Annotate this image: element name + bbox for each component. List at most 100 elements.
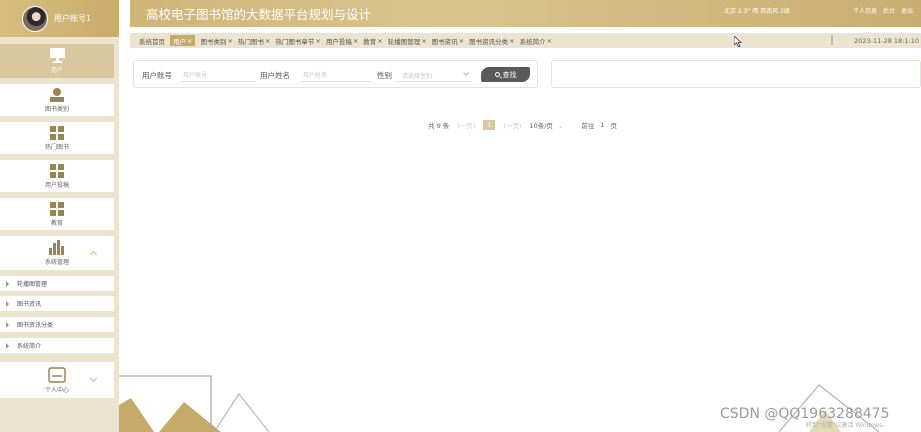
- user-box[interactable]: 用户账号1: [0, 0, 119, 37]
- tab-label: 用户投稿: [325, 37, 352, 46]
- tab-hot-book-chapters[interactable]: 热门图书章节 ×: [275, 35, 320, 46]
- action-panel: [551, 60, 921, 88]
- top-header: 高校电子图书馆的大数据平台规划与设计 北京 2.3° 晴 西南风 2级 个人信息…: [130, 0, 921, 27]
- user-name: 用户账号1: [54, 14, 92, 23]
- close-icon[interactable]: ×: [187, 37, 192, 45]
- sex-select-placeholder: 请选择性别: [402, 73, 433, 80]
- sidebar-item-label: 用户: [50, 67, 63, 74]
- tab-label: 教育: [363, 37, 377, 46]
- prev-page-button[interactable]: (一页): [457, 120, 475, 130]
- tab-bar: 系统首页 用户 × 图书类别 × 热门图书 × 热门图书章节 × 用户投稿 × 教育 × 轮…: [130, 33, 921, 48]
- tab-label: 热门图书章节: [275, 37, 315, 46]
- tab-label: 轮播图管理: [387, 37, 421, 46]
- search-icon: [494, 72, 500, 77]
- sidebar-item-book-category[interactable]: 图书类别: [0, 84, 114, 116]
- close-icon[interactable]: ×: [547, 37, 552, 45]
- sidebar-item-system-management[interactable]: 系统管理: [0, 236, 114, 270]
- goto-input[interactable]: 1: [600, 121, 604, 129]
- page-title: 高校电子图书馆的大数据平台规划与设计: [146, 7, 372, 22]
- caret-right-icon: [6, 321, 9, 328]
- tab-education[interactable]: 教育 ×: [363, 35, 382, 46]
- tab-book-category[interactable]: 图书类别 ×: [200, 35, 232, 46]
- sidebar: 用户账号1 用户 图书类别 热门图书 用户投稿 教育 系统管理 轮播图管理 图书…: [0, 0, 119, 432]
- close-icon[interactable]: ×: [509, 37, 514, 45]
- sidebar-item-user-submission[interactable]: 用户投稿: [0, 160, 114, 192]
- caret-right-icon: [6, 342, 9, 349]
- user-icon: [50, 87, 64, 102]
- close-icon[interactable]: ×: [315, 37, 320, 45]
- sidebar-subitem-label: 图书资讯: [17, 301, 42, 308]
- close-icon[interactable]: ×: [227, 37, 232, 45]
- tab-home[interactable]: 系统首页: [139, 35, 165, 46]
- sidebar-subitem-label: 系统简介: [17, 343, 42, 350]
- sidebar-subitem-carousel[interactable]: 轮播图管理: [0, 276, 114, 291]
- sidebar-item-label: 系统管理: [44, 259, 69, 266]
- tab-news-category[interactable]: 图书资讯分类 ×: [469, 35, 514, 46]
- sidebar-item-label: 用户投稿: [44, 181, 69, 189]
- sidebar-item-label: 热门图书: [44, 143, 69, 151]
- link-logout[interactable]: 退出: [901, 8, 913, 15]
- tab-carousel[interactable]: 轮播图管理 ×: [388, 35, 427, 46]
- grid-icon: [50, 125, 64, 140]
- caret-right-icon: [6, 280, 9, 287]
- account-label: 用户账号: [142, 71, 172, 80]
- sidebar-subitem-system-intro[interactable]: 系统简介: [0, 338, 114, 353]
- close-icon[interactable]: ×: [353, 37, 358, 45]
- tab-label: 热门图书: [237, 37, 264, 46]
- windows-activation-notice: 转到"设置"以激活 Windows。: [806, 422, 889, 429]
- tab-user-submission[interactable]: 用户投稿 ×: [326, 35, 358, 46]
- tab-label: 系统首页: [139, 37, 165, 46]
- bar-chart-icon: [49, 240, 64, 255]
- link-backend[interactable]: 后台: [883, 8, 895, 15]
- grid-icon: [50, 201, 64, 216]
- sidebar-subitem-book-news[interactable]: 图书资讯: [0, 296, 114, 311]
- tab-hot-books[interactable]: 热门图书 ×: [238, 35, 270, 46]
- sex-select[interactable]: 请选择性别: [397, 69, 472, 82]
- tab-label: 图书资讯分类: [469, 37, 509, 46]
- divider: [831, 35, 833, 45]
- goto-label: 前往: [581, 122, 595, 130]
- link-profile[interactable]: 个人信息: [853, 8, 877, 15]
- sidebar-subitem-news-category[interactable]: 图书资讯分类: [0, 317, 114, 332]
- weather-info: 北京 2.3° 晴 西南风 2级: [724, 8, 790, 15]
- page-size-select[interactable]: 10条/页: [529, 120, 563, 130]
- current-page[interactable]: 1: [483, 120, 496, 130]
- pagination: 共 9 条 (一页) 1 (一页) 10条/页 前往 1 页: [428, 119, 625, 131]
- tab-user[interactable]: 用户 ×: [170, 35, 196, 46]
- tab-label: 系统简介: [519, 37, 546, 46]
- sidebar-subitem-label: 图书资讯分类: [17, 322, 54, 329]
- sidebar-item-label: 图书类别: [44, 105, 69, 113]
- close-icon[interactable]: ×: [265, 37, 270, 45]
- close-icon[interactable]: ×: [421, 37, 426, 45]
- tab-book-news[interactable]: 图书资讯 ×: [432, 35, 464, 46]
- close-icon[interactable]: ×: [459, 37, 464, 45]
- mouse-cursor-icon: [734, 36, 742, 47]
- tab-system-intro[interactable]: 系统简介 ×: [520, 35, 552, 46]
- sidebar-item-label: 教育: [50, 219, 63, 227]
- sidebar-subitem-label: 轮播图管理: [17, 281, 48, 288]
- datetime: 2023-11-28 18:1:10: [854, 37, 919, 45]
- sidebar-item-personal-center[interactable]: 个人中心: [0, 362, 114, 398]
- total-count: 共 9 条: [428, 122, 450, 130]
- tab-label: 图书资讯: [431, 37, 458, 46]
- header-links: 个人信息 后台 退出: [849, 6, 913, 15]
- caret-right-icon: [6, 300, 9, 307]
- tab-label: 用户: [173, 37, 186, 46]
- search-button[interactable]: 查找: [481, 67, 530, 82]
- chevron-down-icon: [463, 70, 469, 76]
- sidebar-item-user[interactable]: 用户: [0, 44, 114, 78]
- tab-label: 图书类别: [200, 37, 227, 46]
- name-label: 用户姓名: [260, 71, 290, 80]
- chevron-up-icon: [89, 250, 98, 259]
- sex-label: 性别: [377, 71, 392, 80]
- search-button-label: 查找: [502, 70, 517, 79]
- sidebar-item-label: 个人中心: [44, 386, 69, 394]
- name-input[interactable]: [300, 69, 372, 82]
- sidebar-item-hot-books[interactable]: 热门图书: [0, 122, 114, 154]
- next-page-button[interactable]: (一页): [503, 120, 521, 130]
- account-input[interactable]: [180, 69, 256, 82]
- avatar[interactable]: [22, 5, 48, 32]
- chevron-down-icon: [89, 374, 98, 383]
- sidebar-item-education[interactable]: 教育: [0, 198, 114, 230]
- close-icon[interactable]: ×: [377, 37, 382, 45]
